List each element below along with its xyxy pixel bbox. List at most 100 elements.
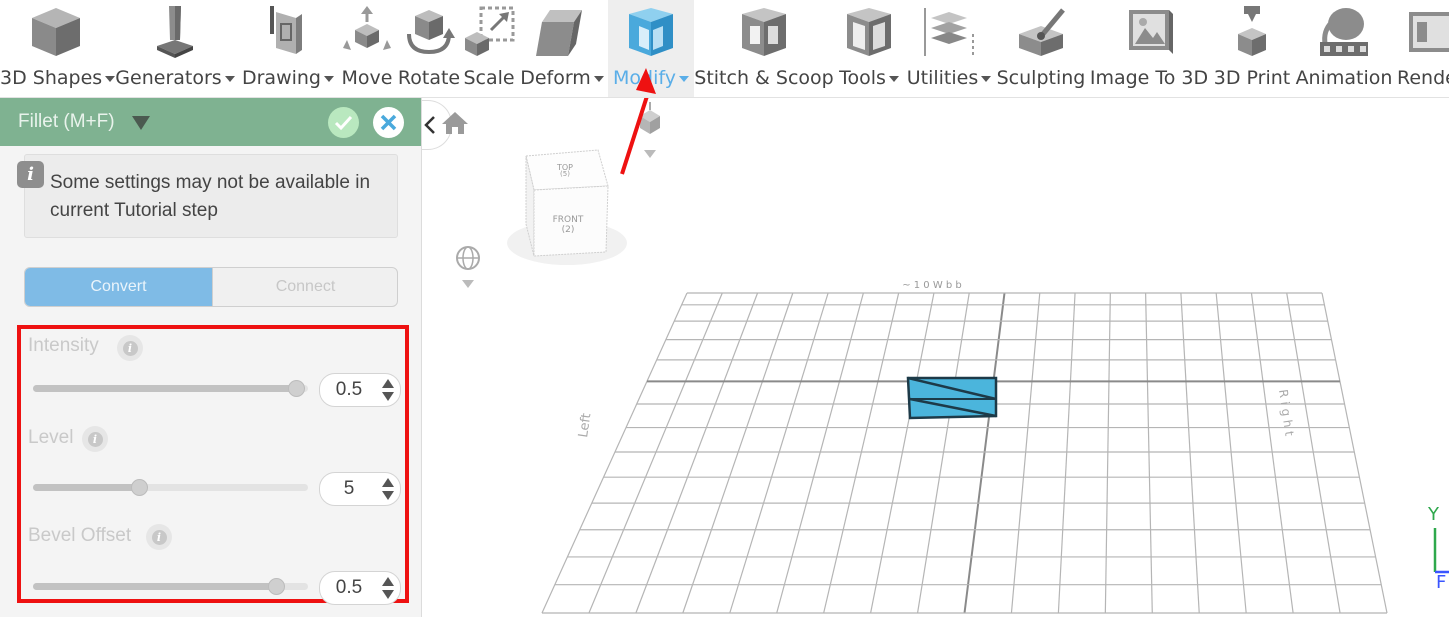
- cancel-button[interactable]: [373, 107, 404, 138]
- slider-fill: [33, 484, 140, 491]
- toolbar-move[interactable]: Move: [338, 0, 396, 97]
- toolbar-label: 3D Print: [1213, 67, 1291, 89]
- level-label: Level: [28, 427, 74, 448]
- slider-fill: [33, 385, 297, 392]
- viewcube-top-number: (5): [560, 170, 570, 178]
- toolbar-utilities[interactable]: Utilities: [904, 0, 994, 97]
- toolbar-label: Rende: [1397, 67, 1449, 89]
- toolbar-image-to-3d[interactable]: Image To 3D: [1088, 0, 1210, 97]
- tools-icon: [847, 8, 891, 56]
- toolbar-deform[interactable]: Deform: [516, 0, 608, 97]
- level-info-icon[interactable]: i: [82, 426, 108, 452]
- decrement-icon[interactable]: [382, 590, 394, 599]
- chevron-down-icon[interactable]: [132, 116, 150, 130]
- checkmark-icon: [334, 115, 353, 131]
- level-slider[interactable]: [33, 479, 308, 496]
- intensity-slider[interactable]: [33, 380, 308, 397]
- toolbar-stitch-scoop[interactable]: Stitch & Scoop: [694, 0, 834, 97]
- move-arrows-icon: [343, 6, 391, 50]
- connect-tab[interactable]: Connect: [212, 268, 397, 306]
- bevel-offset-value: 0.5: [335, 577, 363, 598]
- toolbar-scale[interactable]: Scale: [462, 0, 516, 97]
- orbit-globe-icon[interactable]: [456, 246, 480, 288]
- scale-icon: [465, 6, 515, 56]
- printer-icon: [1238, 6, 1266, 56]
- increment-icon[interactable]: [382, 478, 394, 487]
- image-icon: [1129, 10, 1173, 54]
- toolbar-label: Drawing: [241, 67, 321, 89]
- increment-icon[interactable]: [382, 379, 394, 388]
- sculpt-brush-icon: [1019, 8, 1065, 56]
- toolbar-generators[interactable]: Generators: [112, 0, 238, 97]
- chevron-down-icon: [981, 75, 992, 82]
- chevron-down-icon: [888, 75, 899, 82]
- slider-thumb[interactable]: [288, 380, 306, 397]
- toolbar-drawing[interactable]: Drawing: [238, 0, 338, 97]
- toolbar-label: Stitch & Scoop: [694, 67, 834, 89]
- toolbar-label: Animation: [1295, 67, 1393, 89]
- viewcube-front-number: (2): [562, 225, 575, 235]
- toolbar-animation[interactable]: Animation: [1294, 0, 1394, 97]
- toolbar-sculpting[interactable]: Sculpting: [994, 0, 1088, 97]
- decrement-icon[interactable]: [382, 392, 394, 401]
- home-icon[interactable]: [442, 112, 468, 134]
- slider-fill: [33, 583, 277, 590]
- chevron-down-icon: [324, 75, 334, 82]
- deform-icon: [536, 10, 582, 56]
- toolbar-label: Move: [341, 67, 393, 89]
- rotate-icon: [407, 10, 455, 55]
- toolbar-label: Sculpting: [996, 67, 1086, 89]
- info-icon: i: [17, 161, 44, 188]
- toolbar-tools[interactable]: Tools: [834, 0, 904, 97]
- view-cube[interactable]: TOP (5) FRONT (2): [507, 149, 627, 265]
- grid-left-label: Left: [576, 412, 594, 438]
- tutorial-arrow: [620, 98, 649, 175]
- viewcube-front-label: FRONT: [553, 215, 584, 225]
- intensity-label: Intensity: [28, 335, 99, 356]
- bevel-offset-label: Bevel Offset: [28, 525, 132, 546]
- elephant-film-icon: [1320, 8, 1368, 56]
- chevron-down-icon: [678, 75, 689, 82]
- chevron-down-icon: [224, 75, 235, 82]
- toolbar-label: Rotate: [397, 67, 461, 89]
- slider-thumb[interactable]: [267, 578, 285, 595]
- generator-icon: [157, 6, 193, 58]
- toolbar-label: Utilities: [906, 67, 979, 89]
- toolbar-label: Scale: [463, 67, 515, 89]
- x-axis-label: F: [1436, 572, 1446, 593]
- intensity-info-icon[interactable]: i: [117, 335, 143, 361]
- modify-icon: [629, 8, 673, 56]
- 3d-viewport[interactable]: TOP (5) FRONT (2) ~ 1 0 W b b Left R i g…: [422, 98, 1449, 617]
- render-icon: [1409, 12, 1449, 52]
- bevel-offset-input[interactable]: 0.5: [319, 571, 401, 605]
- slider-thumb[interactable]: [131, 479, 149, 496]
- convert-tab[interactable]: Convert: [25, 268, 212, 306]
- axis-indicator: Y F: [1427, 504, 1449, 593]
- selected-3d-object[interactable]: [906, 376, 998, 420]
- level-input[interactable]: 5: [319, 472, 401, 506]
- toolbar-3d-shapes[interactable]: 3D Shapes: [0, 0, 116, 97]
- intensity-value: 0.5: [335, 379, 363, 400]
- toolbar-label: Tools: [839, 67, 886, 89]
- toolbar-rotate[interactable]: Rotate: [396, 0, 462, 97]
- intensity-input[interactable]: 0.5: [319, 373, 401, 407]
- toolbar-label: 3D Shapes: [0, 67, 103, 89]
- toolbar-3d-print[interactable]: 3D Print: [1210, 0, 1294, 97]
- stitch-scoop-icon: [742, 8, 786, 56]
- toolbar-label: Image To 3D: [1089, 67, 1209, 89]
- panel-title: Fillet (M+F): [18, 111, 115, 132]
- bevel-offset-slider[interactable]: [33, 578, 308, 595]
- fillet-settings-panel: Fillet (M+F) i Some settings may not be …: [0, 98, 422, 617]
- layers-icon: [924, 8, 974, 56]
- increment-icon[interactable]: [382, 577, 394, 586]
- toolbar-render[interactable]: Rende: [1394, 0, 1449, 97]
- level-value: 5: [343, 478, 355, 499]
- confirm-button[interactable]: [328, 107, 359, 138]
- grid-back-label: ~ 1 0 W b b: [902, 280, 962, 291]
- chevron-down-icon: [593, 75, 604, 82]
- decrement-icon[interactable]: [382, 491, 394, 500]
- grid-right-label: R i g h t: [1276, 388, 1296, 437]
- bevel-offset-info-icon[interactable]: i: [146, 524, 172, 550]
- toolbar-label: Deform: [520, 67, 591, 89]
- close-icon: [380, 114, 397, 131]
